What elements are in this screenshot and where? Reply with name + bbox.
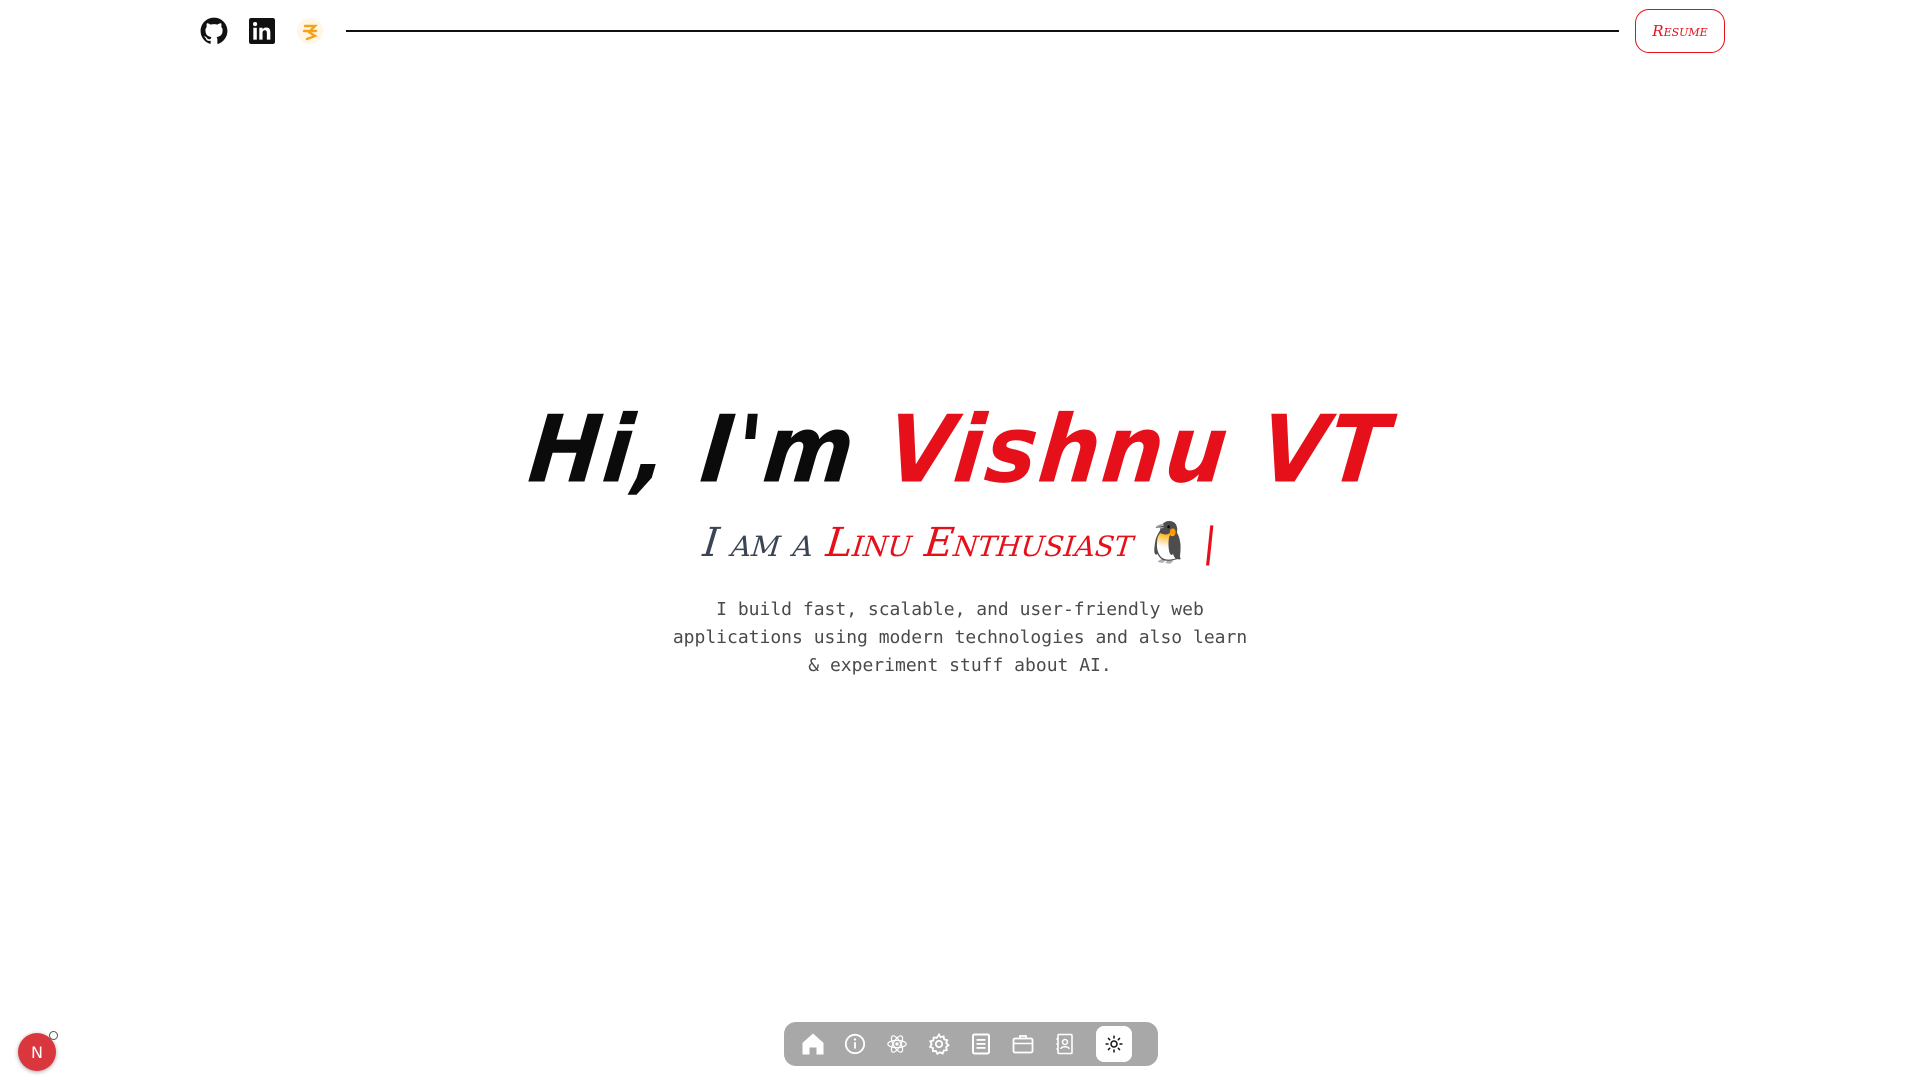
header-divider (346, 30, 1619, 32)
header: Resume (200, 8, 1725, 54)
hero-title: Hi, I'm Vishnu VT (0, 396, 1920, 504)
book-icon (972, 1033, 990, 1055)
dock-about[interactable] (838, 1027, 872, 1061)
portfolio-logo-link[interactable] (296, 17, 324, 45)
hero-greeting: Hi, I'm (524, 396, 894, 504)
linkedin-icon (249, 18, 275, 44)
typing-cursor: | (1200, 520, 1220, 566)
bottom-dock (784, 1022, 1158, 1066)
info-icon (844, 1033, 866, 1055)
sun-icon (1105, 1035, 1123, 1053)
dock-contact[interactable] (1048, 1027, 1082, 1061)
page: Resume Hi, I'm Vishnu VT I am a Linu Ent… (0, 0, 1920, 1080)
badge-letter: N (31, 1042, 43, 1062)
react-icon (887, 1035, 907, 1053)
hero-name: Vishnu VT (882, 396, 1396, 504)
hero-subtitle: I am a Linu Enthusiast 🐧 | (0, 518, 1920, 568)
badge-dot (49, 1031, 58, 1040)
home-icon (802, 1033, 824, 1055)
github-link[interactable] (200, 17, 228, 45)
dock-projects[interactable] (1006, 1027, 1040, 1061)
gear-icon (928, 1032, 950, 1056)
dock-services[interactable] (922, 1027, 956, 1061)
hero-section: Hi, I'm Vishnu VT I am a Linu Enthusiast… (0, 396, 1920, 680)
resume-button[interactable]: Resume (1635, 9, 1725, 53)
penguin-emoji: 🐧 (1141, 520, 1196, 566)
social-links (200, 17, 324, 45)
portfolio-logo-icon (297, 18, 323, 44)
hero-role: Linu Enthusiast (823, 520, 1136, 566)
dock-blog[interactable] (964, 1027, 998, 1061)
dock-theme-toggle[interactable] (1096, 1026, 1132, 1062)
briefcase-icon (1012, 1035, 1034, 1054)
contact-icon (1056, 1033, 1073, 1055)
dock-skills[interactable] (880, 1027, 914, 1061)
dev-badge[interactable]: N (18, 1031, 58, 1071)
hero-description: I build fast, scalable, and user-friendl… (672, 599, 1248, 676)
hero-sub-prefix: I am a (700, 520, 829, 566)
dock-home[interactable] (796, 1027, 830, 1061)
github-icon (200, 17, 228, 44)
linkedin-link[interactable] (248, 17, 276, 45)
